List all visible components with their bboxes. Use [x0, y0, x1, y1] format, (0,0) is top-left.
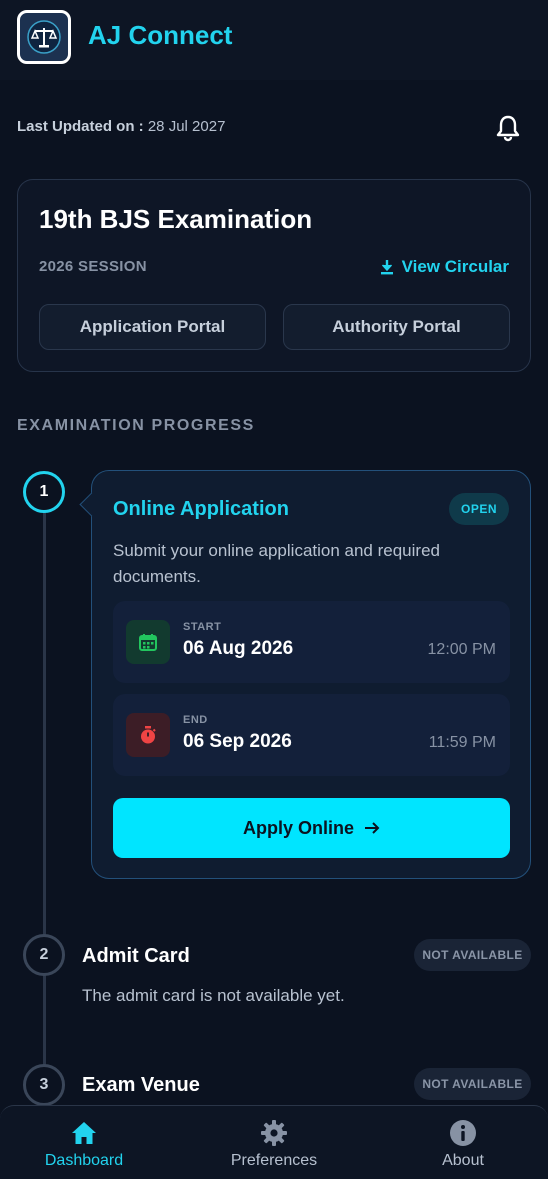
end-label: END: [183, 714, 208, 726]
step-title-admit-card: Admit Card: [82, 945, 190, 967]
nav-item-dashboard[interactable]: Dashboard: [9, 1106, 159, 1179]
last-updated-label: Last Updated on :: [17, 118, 144, 135]
step-description: The admit card is not available yet.: [82, 986, 345, 1005]
step-number-2: 2: [23, 934, 65, 976]
app-title: AJ Connect: [88, 20, 233, 50]
end-date-box: END 06 Sep 2026 11:59 PM: [113, 694, 510, 776]
bottom-nav: Dashboard Preferences About: [0, 1105, 548, 1179]
download-icon: [380, 260, 393, 275]
application-portal-button[interactable]: Application Portal: [39, 304, 266, 350]
section-heading: EXAMINATION PROGRESS: [17, 417, 255, 434]
step-number-1: 1: [23, 471, 65, 513]
timer-icon: [126, 713, 170, 757]
step-card-online-application: Online Application OPEN Submit your onli…: [91, 470, 531, 879]
bell-icon[interactable]: [493, 113, 523, 143]
step-number-3: 3: [23, 1064, 65, 1106]
start-label: START: [183, 621, 222, 633]
calendar-icon: [126, 620, 170, 664]
start-date-box: START 06 Aug 2026 12:00 PM: [113, 601, 510, 683]
status-badge: NOT AVAILABLE: [414, 939, 531, 971]
app-header: AJ Connect: [0, 0, 548, 80]
nav-label: Preferences: [230, 1152, 318, 1169]
apply-online-button[interactable]: Apply Online: [113, 798, 510, 858]
step-title: Online Application: [113, 498, 289, 520]
timeline-line: [43, 512, 46, 1082]
exam-session: 2026 SESSION: [39, 258, 147, 275]
authority-portal-button[interactable]: Authority Portal: [283, 304, 510, 350]
start-date: 06 Aug 2026: [183, 638, 294, 659]
last-updated-date: 28 Jul 2027: [147, 118, 226, 135]
nav-label: About: [442, 1152, 484, 1169]
info-icon: [449, 1118, 477, 1148]
exam-card: 19th BJS Examination 2026 SESSION View C…: [17, 179, 531, 372]
end-date: 06 Sep 2026: [183, 731, 292, 752]
home-icon: [70, 1118, 98, 1148]
apply-online-label: Apply Online: [242, 817, 354, 838]
arrow-right-icon: [365, 822, 380, 834]
nav-item-about[interactable]: About: [388, 1106, 538, 1179]
status-badge: OPEN: [448, 493, 509, 525]
view-circular-label: View Circular: [401, 257, 509, 276]
gear-icon: [260, 1118, 288, 1148]
exam-title: 19th BJS Examination: [39, 204, 313, 234]
nav-item-preferences[interactable]: Preferences: [199, 1106, 349, 1179]
step-description: Submit your online application and requi…: [113, 541, 440, 586]
scales-of-justice-icon: [27, 20, 61, 54]
nav-label: Dashboard: [44, 1152, 124, 1169]
start-time: 12:00 PM: [427, 641, 496, 658]
app-logo: [17, 10, 71, 64]
status-badge: NOT AVAILABLE: [414, 1068, 531, 1100]
last-updated: Last Updated on : 28 Jul 2027: [17, 118, 225, 135]
view-circular-link[interactable]: View Circular: [380, 257, 509, 277]
end-time: 11:59 PM: [428, 734, 496, 751]
step-title-exam-venue: Exam Venue: [82, 1074, 200, 1096]
